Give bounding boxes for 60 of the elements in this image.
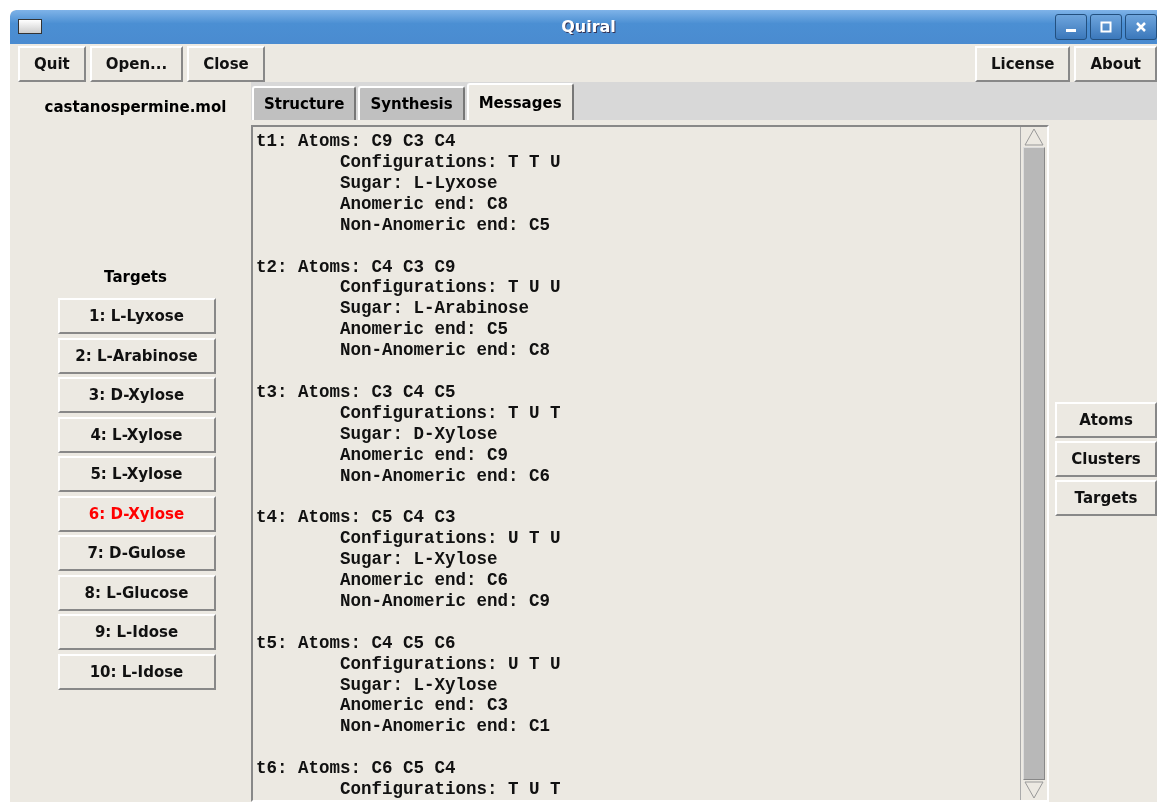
message-line: Configurations: T U T bbox=[339, 779, 561, 800]
tab[interactable]: Structure bbox=[252, 86, 357, 121]
scrollbar[interactable] bbox=[1020, 127, 1047, 800]
toolbar-button[interactable]: Close bbox=[187, 45, 265, 82]
message-line: t2: Atoms: C4 C3 C9 bbox=[256, 256, 456, 278]
message-line: Non-Anomeric end: C8 bbox=[339, 340, 551, 362]
target-button[interactable]: 10: L-Idose bbox=[57, 653, 216, 690]
message-line: Anomeric end: C6 bbox=[339, 570, 509, 591]
message-line: t5: Atoms: C4 C5 C6 bbox=[256, 632, 456, 654]
minimize-button[interactable] bbox=[1055, 13, 1087, 40]
maximize-icon bbox=[1100, 20, 1112, 33]
window-menu-icon[interactable] bbox=[18, 19, 42, 35]
side-button[interactable]: Targets bbox=[1055, 480, 1157, 517]
target-button[interactable]: 2: L-Arabinose bbox=[57, 337, 216, 374]
maximize-button[interactable] bbox=[1090, 13, 1122, 40]
message-line: Sugar: D-Xylose bbox=[339, 423, 498, 445]
message-line: Configurations: U T U bbox=[339, 653, 561, 675]
message-line: Non-Anomeric end: C5 bbox=[339, 214, 551, 236]
side-button[interactable]: Clusters bbox=[1055, 441, 1157, 478]
message-line: t6: Atoms: C6 C5 C4 bbox=[256, 758, 456, 780]
message-line: Non-Anomeric end: C9 bbox=[339, 590, 551, 612]
close-icon bbox=[1135, 20, 1147, 33]
message-line: t3: Atoms: C3 C4 C5 bbox=[256, 381, 456, 403]
window-title: Quiral bbox=[560, 17, 617, 37]
tab[interactable]: Synthesis bbox=[358, 86, 465, 121]
message-line: Configurations: T T U bbox=[339, 152, 561, 173]
toolbar-button[interactable]: Quit bbox=[18, 45, 86, 82]
message-line: Sugar: L-Lyxose bbox=[339, 172, 498, 194]
message-line: t1: Atoms: C9 C3 C4 bbox=[256, 131, 456, 152]
close-button[interactable] bbox=[1125, 13, 1157, 40]
messages-text-area[interactable] bbox=[251, 125, 1049, 802]
message-line: Configurations: U T U bbox=[339, 528, 561, 550]
targets-heading: Targets bbox=[104, 268, 167, 287]
message-line: Non-Anomeric end: C1 bbox=[339, 716, 551, 738]
toolbar-button[interactable]: License bbox=[974, 45, 1071, 82]
toolbar-button[interactable]: About bbox=[1074, 45, 1157, 82]
message-line: Sugar: L-Xylose bbox=[339, 674, 498, 696]
toolbar-button[interactable]: Open... bbox=[89, 45, 184, 82]
target-button[interactable]: 8: L-Glucose bbox=[57, 574, 216, 611]
message-line: Non-Anomeric end: C6 bbox=[339, 465, 551, 487]
message-line: Anomeric end: C9 bbox=[339, 444, 509, 466]
target-button[interactable]: 1: L-Lyxose bbox=[57, 298, 216, 335]
target-button[interactable]: 7: D-Gulose bbox=[57, 535, 216, 572]
message-line: Anomeric end: C8 bbox=[339, 193, 509, 215]
target-button[interactable]: 4: L-Xylose bbox=[57, 416, 216, 453]
message-line: Sugar: L-Arabinose bbox=[339, 298, 530, 320]
target-button[interactable]: 9: L-Idose bbox=[57, 614, 216, 651]
message-line: Configurations: T U T bbox=[339, 402, 561, 424]
minimize-icon bbox=[1066, 29, 1076, 33]
tab[interactable]: Messages bbox=[466, 83, 574, 121]
target-button[interactable]: 3: D-Xylose bbox=[57, 377, 216, 414]
message-line: Sugar: L-Xylose bbox=[339, 549, 498, 571]
message-line: Configurations: T U U bbox=[339, 277, 561, 299]
scroll-thumb[interactable] bbox=[1023, 147, 1045, 780]
target-button[interactable]: 5: L-Xylose bbox=[57, 456, 216, 493]
message-line: Anomeric end: C3 bbox=[339, 695, 509, 717]
file-name: castanospermine.mol bbox=[44, 98, 227, 117]
side-button[interactable]: Atoms bbox=[1055, 402, 1157, 439]
message-line: Anomeric end: C5 bbox=[339, 319, 509, 341]
message-line: t4: Atoms: C5 C4 C3 bbox=[256, 507, 456, 529]
